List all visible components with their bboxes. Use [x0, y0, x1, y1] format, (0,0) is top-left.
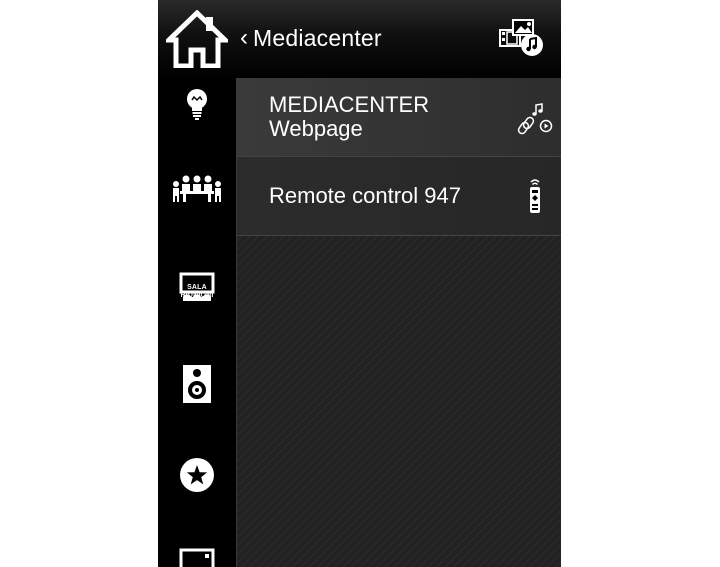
sidebar-item-lights[interactable] [158, 88, 236, 120]
top-bar: ‹ Mediacenter [158, 0, 561, 78]
sidebar-item-favorites[interactable] [158, 457, 236, 493]
media-library-icon [499, 19, 543, 56]
list-item-title: MEDIACENTER Webpage [269, 93, 429, 141]
sidebar-item-gallery[interactable] [158, 548, 236, 567]
list-item-title-line2: Webpage [269, 116, 363, 141]
remote-control-icon [530, 179, 540, 213]
media-library-button[interactable] [499, 18, 545, 58]
list-item-title: Remote control 947 [269, 183, 461, 208]
picture-frame-icon [179, 548, 215, 567]
star-icon [180, 458, 214, 492]
back-button[interactable]: ‹ Mediacenter [240, 22, 382, 54]
sidebar: SALA RIUNIONI [158, 78, 236, 567]
music-link-icon [517, 103, 553, 135]
sidebar-item-audio[interactable] [158, 364, 236, 404]
page-title: Mediacenter [253, 24, 382, 51]
speaker-icon [183, 365, 211, 403]
home-button[interactable] [162, 9, 232, 69]
list-item-mediacenter-webpage[interactable]: MEDIACENTER Webpage [237, 78, 561, 157]
home-icon [162, 9, 232, 69]
sidebar-item-meeting-room[interactable] [158, 174, 236, 204]
content-panel: MEDIACENTER Webpage Remote control 947 [236, 78, 561, 567]
chevron-left-icon: ‹ [240, 24, 248, 51]
tv-screen-icon [179, 272, 215, 301]
list-item-remote-control[interactable]: Remote control 947 [237, 157, 561, 236]
meeting-room-icon [173, 175, 221, 202]
light-bulb-icon [187, 89, 207, 120]
list-item-title-line1: MEDIACENTER [269, 92, 430, 117]
app-screen: ‹ Mediacenter SALA MEDIACENTER Webpage R… [158, 0, 561, 567]
sidebar-item-tv[interactable] [158, 272, 236, 302]
